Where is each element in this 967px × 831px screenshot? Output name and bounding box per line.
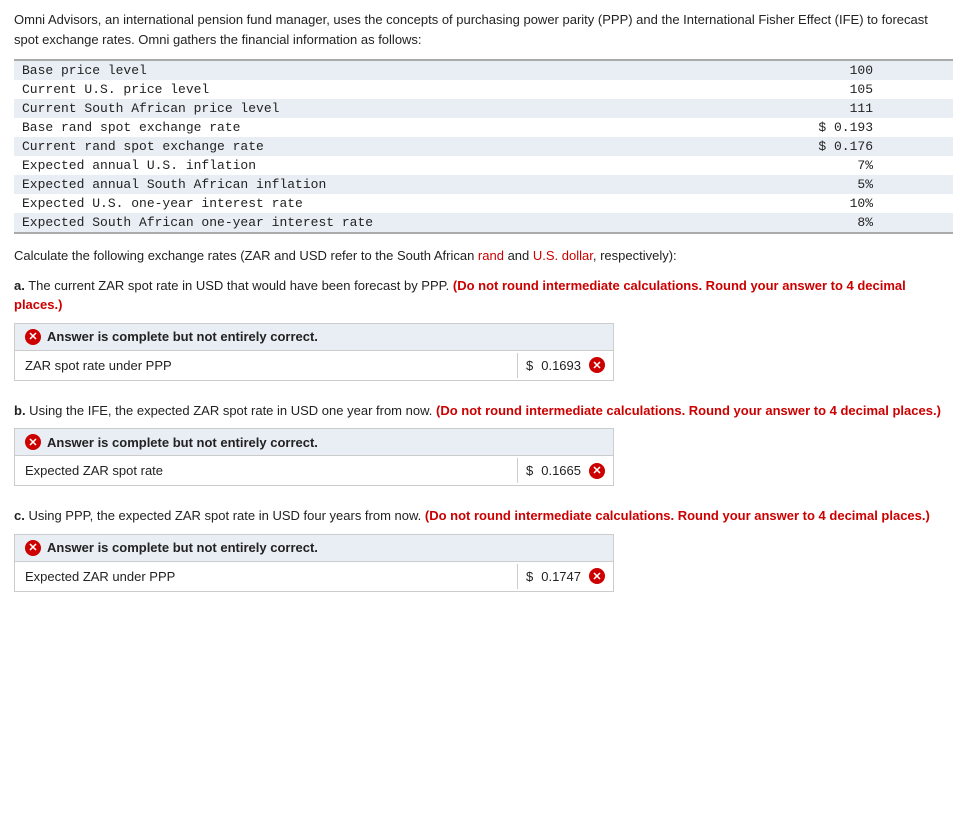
row-label: Expected annual U.S. inflation [14,156,690,175]
table-row: Current rand spot exchange rate$ 0.176 [14,137,953,156]
part-b-instruction: (Do not round intermediate calculations.… [436,403,941,418]
part-b-section: b. Using the IFE, the expected ZAR spot … [14,401,953,487]
row-value: 105 [690,80,953,99]
table-row: Expected U.S. one-year interest rate10% [14,194,953,213]
answer-header-text-a: Answer is complete but not entirely corr… [47,329,318,344]
answer-header-text-b: Answer is complete but not entirely corr… [47,435,318,450]
row-value: 111 [690,99,953,118]
row-value: 10% [690,194,953,213]
part-c-section: c. Using PPP, the expected ZAR spot rate… [14,506,953,592]
table-row: Expected annual U.S. inflation7% [14,156,953,175]
answer-label-b: Expected ZAR spot rate [15,458,518,483]
part-a-section: a. The current ZAR spot rate in USD that… [14,276,953,381]
row-value: $ 0.193 [690,118,953,137]
row-label: Expected annual South African inflation [14,175,690,194]
answer-input-group-b[interactable]: $ 0.1665 ✕ [518,456,613,485]
wrong-icon-a: ✕ [25,329,41,345]
part-c-question: c. Using PPP, the expected ZAR spot rate… [14,506,953,526]
row-label: Current South African price level [14,99,690,118]
answer-value-c[interactable]: 0.1747 [537,567,585,586]
answer-input-group-c[interactable]: $ 0.1747 ✕ [518,562,613,591]
answer-label-a: ZAR spot rate under PPP [15,353,518,378]
wrong-inline-icon-a: ✕ [589,357,605,373]
row-label: Base rand spot exchange rate [14,118,690,137]
part-a-instruction: (Do not round intermediate calculations.… [14,278,906,313]
currency-symbol-a: $ [526,358,533,373]
part-a-answer-block: ✕ Answer is complete but not entirely co… [14,323,614,381]
table-row: Current U.S. price level105 [14,80,953,99]
row-value: 7% [690,156,953,175]
part-c-answer-row: Expected ZAR under PPP $ 0.1747 ✕ [15,562,613,591]
row-label: Current U.S. price level [14,80,690,99]
row-label: Current rand spot exchange rate [14,137,690,156]
financial-data-table: Base price level100Current U.S. price le… [14,59,953,234]
row-value: 5% [690,175,953,194]
part-a-question: a. The current ZAR spot rate in USD that… [14,276,953,315]
row-label: Base price level [14,60,690,80]
table-row: Expected annual South African inflation5… [14,175,953,194]
intro-paragraph: Omni Advisors, an international pension … [14,10,953,49]
table-row: Base rand spot exchange rate$ 0.193 [14,118,953,137]
part-c-answer-header: ✕ Answer is complete but not entirely co… [15,535,613,562]
part-a-label: a. [14,278,25,293]
part-c-answer-block: ✕ Answer is complete but not entirely co… [14,534,614,592]
row-value: 100 [690,60,953,80]
currency-symbol-b: $ [526,463,533,478]
answer-header-text-c: Answer is complete but not entirely corr… [47,540,318,555]
section-description: Calculate the following exchange rates (… [14,246,953,266]
part-c-instruction: (Do not round intermediate calculations.… [425,508,930,523]
row-label: Expected South African one-year interest… [14,213,690,233]
currency-symbol-c: $ [526,569,533,584]
wrong-icon-b: ✕ [25,434,41,450]
answer-value-b[interactable]: 0.1665 [537,461,585,480]
part-c-label: c. [14,508,25,523]
table-row: Current South African price level111 [14,99,953,118]
part-a-answer-header: ✕ Answer is complete but not entirely co… [15,324,613,351]
answer-label-c: Expected ZAR under PPP [15,564,518,589]
part-b-answer-block: ✕ Answer is complete but not entirely co… [14,428,614,486]
row-value: $ 0.176 [690,137,953,156]
row-value: 8% [690,213,953,233]
table-row: Base price level100 [14,60,953,80]
part-a-answer-row: ZAR spot rate under PPP $ 0.1693 ✕ [15,351,613,380]
wrong-inline-icon-c: ✕ [589,568,605,584]
part-b-answer-header: ✕ Answer is complete but not entirely co… [15,429,613,456]
part-b-label: b. [14,403,26,418]
wrong-icon-c: ✕ [25,540,41,556]
wrong-inline-icon-b: ✕ [589,463,605,479]
answer-value-a[interactable]: 0.1693 [537,356,585,375]
row-label: Expected U.S. one-year interest rate [14,194,690,213]
part-b-question: b. Using the IFE, the expected ZAR spot … [14,401,953,421]
table-row: Expected South African one-year interest… [14,213,953,233]
part-b-answer-row: Expected ZAR spot rate $ 0.1665 ✕ [15,456,613,485]
answer-input-group-a[interactable]: $ 0.1693 ✕ [518,351,613,380]
